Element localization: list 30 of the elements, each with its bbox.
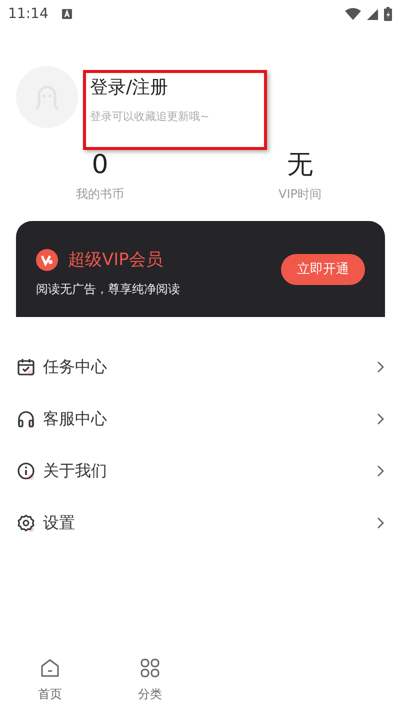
stat-label: 我的书币 [76,186,124,203]
chevron-right-icon [377,465,384,477]
vip-logo-icon [36,248,58,270]
headphones-icon [17,410,35,428]
menu-item[interactable]: 任务中心 [43,356,107,378]
stat-value: 0 [92,150,108,180]
info-icon [17,462,35,480]
calendar-check-icon [17,358,35,376]
notification-icon [62,9,72,19]
vip-title: 超级VIP会员 [68,249,163,271]
menu-item[interactable]: 关于我们 [43,460,107,482]
wifi-icon [345,8,361,20]
menu-item[interactable]: 设置 [43,512,75,534]
tab-item[interactable]: 首页 [0,648,100,712]
login-hint: 登录可以收藏追更新哦~ [90,108,210,124]
battery-icon [384,7,392,21]
stat-label: VIP时间 [278,186,322,203]
tab-item[interactable]: 分类 [100,648,200,712]
chevron-right-icon [377,413,384,425]
home-icon [40,658,60,678]
grid-icon [140,658,160,678]
login-register-link[interactable]: 登录/注册 [90,74,168,98]
menu-item[interactable]: 客服中心 [43,408,107,430]
status-time: 11:14 [8,6,48,22]
settings-icon [17,514,35,532]
chevron-right-icon [377,517,384,529]
chevron-right-icon [377,361,384,373]
signal-icon [367,8,378,20]
vip-subtitle: 阅读无广告，尊享纯净阅读 [36,281,181,298]
stat-value: 无 [287,150,313,180]
